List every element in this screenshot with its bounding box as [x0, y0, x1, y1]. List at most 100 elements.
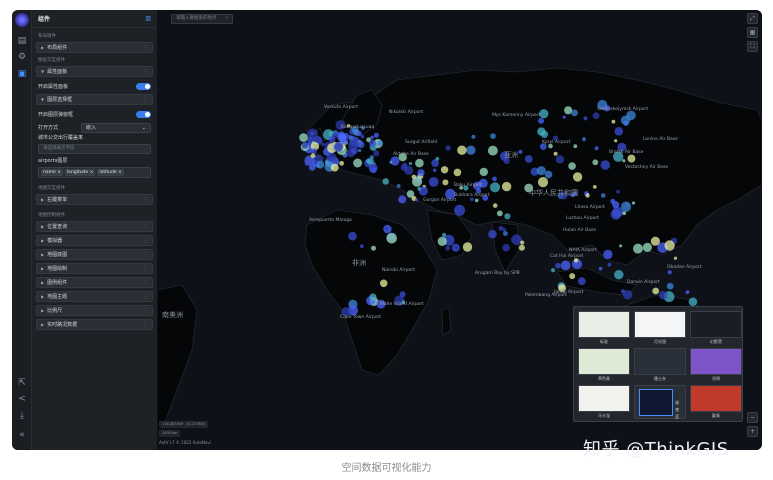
collapse-icon[interactable]: « [15, 428, 29, 442]
context-menu-item[interactable]: ▶ 右键菜单 ⋮ [36, 194, 153, 205]
airport-point[interactable] [614, 270, 624, 280]
airport-point[interactable] [445, 245, 451, 251]
airport-point[interactable] [433, 168, 437, 172]
airport-point[interactable] [474, 198, 479, 203]
download-icon[interactable]: ⤓ [15, 409, 29, 423]
gear-icon[interactable]: ⚙ [15, 50, 29, 64]
airport-point[interactable] [382, 178, 389, 185]
basemap-option[interactable]: 标准 [578, 311, 630, 345]
map-control-item[interactable]: ▶ 比例尺 ⋮ [36, 305, 153, 316]
airport-point[interactable] [592, 112, 600, 120]
more-icon[interactable]: ⋮ [143, 266, 148, 272]
share-icon[interactable]: < [15, 392, 29, 406]
map-control-item[interactable]: ▶ 地图绘制 ⋮ [36, 263, 153, 274]
airport-point[interactable] [415, 198, 419, 202]
document-icon[interactable]: ▤ [15, 34, 29, 48]
attr-panel-item[interactable]: ▼ 属性面板 ⋮ [36, 66, 153, 77]
airport-point[interactable] [353, 158, 363, 168]
airport-point[interactable] [310, 131, 314, 136]
airport-point[interactable] [622, 159, 626, 163]
airport-point[interactable] [611, 119, 616, 124]
airport-point[interactable] [518, 149, 523, 154]
map-control-item[interactable]: ▶ 图例组件 ⋮ [36, 277, 153, 288]
airport-point[interactable] [518, 244, 525, 251]
field-tag[interactable]: latitude × [97, 169, 124, 176]
attr-panel-switch[interactable] [136, 83, 151, 90]
airport-point[interactable] [501, 181, 512, 192]
airport-point[interactable] [650, 236, 660, 246]
basemap-option[interactable]: 幻影黑 [690, 311, 742, 345]
more-icon[interactable]: ⋮ [143, 45, 148, 51]
airport-point[interactable] [622, 211, 627, 216]
airport-point[interactable] [428, 177, 439, 187]
airport-point[interactable] [396, 184, 401, 188]
airport-point[interactable] [435, 156, 440, 161]
airport-point[interactable] [442, 232, 447, 238]
field-tag[interactable]: name × [41, 169, 63, 176]
map-control-item[interactable]: ▶ 位置查询 ⋮ [36, 221, 153, 232]
airport-point[interactable] [553, 151, 558, 156]
airport-point[interactable] [511, 234, 522, 246]
airport-point[interactable] [658, 290, 668, 300]
expand-icon[interactable]: ⛶ [747, 41, 758, 52]
airport-point[interactable] [612, 206, 624, 218]
airport-point[interactable] [503, 231, 508, 236]
airport-point[interactable] [498, 225, 504, 231]
airport-point[interactable] [582, 137, 586, 142]
airport-point[interactable] [384, 227, 388, 231]
airport-point[interactable] [340, 136, 348, 145]
airport-point[interactable] [652, 287, 660, 295]
airport-point[interactable] [348, 231, 357, 241]
airport-point[interactable] [377, 140, 383, 147]
more-icon[interactable]: ⋮ [143, 294, 148, 300]
airport-point[interactable] [571, 109, 578, 117]
airport-point[interactable] [369, 293, 377, 301]
airport-point[interactable] [442, 179, 449, 186]
airport-point[interactable] [408, 161, 413, 166]
airport-point[interactable] [666, 282, 674, 290]
more-icon[interactable]: ⋮ [143, 224, 148, 230]
zoom-out-icon[interactable]: − [747, 412, 758, 423]
airport-point[interactable] [437, 236, 447, 246]
airport-point[interactable] [386, 233, 397, 244]
airport-point[interactable] [369, 155, 374, 160]
airport-point[interactable] [445, 145, 451, 151]
airport-point[interactable] [550, 268, 556, 273]
more-icon[interactable]: ⋮ [143, 97, 148, 103]
airport-point[interactable] [440, 166, 449, 174]
airport-point[interactable] [664, 240, 675, 251]
layers-icon[interactable]: ▦ [747, 27, 758, 38]
basemap-option[interactable]: 靛青 [690, 385, 742, 419]
airport-point[interactable] [622, 290, 633, 300]
airport-point[interactable] [564, 106, 573, 115]
airport-point[interactable] [471, 134, 476, 139]
more-icon[interactable]: ⋮ [143, 238, 148, 244]
airport-point[interactable] [490, 133, 496, 139]
map-control-item[interactable]: ▶ 实时路况数据 ⋮ [36, 319, 153, 330]
more-icon[interactable]: ⋮ [143, 308, 148, 314]
airport-point[interactable] [417, 187, 422, 191]
airport-point[interactable] [360, 134, 365, 139]
airport-point[interactable] [685, 290, 690, 295]
airport-point[interactable] [594, 146, 599, 151]
airport-point[interactable] [466, 145, 476, 155]
city-field-input[interactable]: 请选择展示字段 [38, 144, 151, 154]
airport-point[interactable] [488, 229, 497, 239]
airport-point[interactable] [592, 159, 599, 166]
map-control-item[interactable]: ▶ 模拟器 ⋮ [36, 235, 153, 246]
map-search-input[interactable]: 请输入要搜索的地点 ⌕ [171, 14, 233, 24]
airport-point[interactable] [373, 132, 379, 138]
airport-point[interactable] [536, 166, 546, 176]
airport-point[interactable] [379, 279, 388, 288]
open-mode-select[interactable]: 嵌入 ⌄ [81, 122, 151, 133]
airport-point[interactable] [321, 142, 325, 147]
airport-point[interactable] [330, 163, 339, 172]
airport-point[interactable] [371, 245, 376, 251]
field-tag[interactable]: longitude × [64, 169, 96, 176]
panel-toggle-icon[interactable]: ▥ [145, 15, 151, 22]
airport-point[interactable] [562, 115, 566, 119]
more-icon[interactable]: ⋮ [143, 322, 148, 328]
airport-point[interactable] [311, 148, 317, 154]
airport-point[interactable] [304, 161, 309, 166]
map-canvas[interactable]: 请输入要搜索的地点 ⌕ Vorkuta Airport Nikolski Airp… [157, 10, 762, 450]
